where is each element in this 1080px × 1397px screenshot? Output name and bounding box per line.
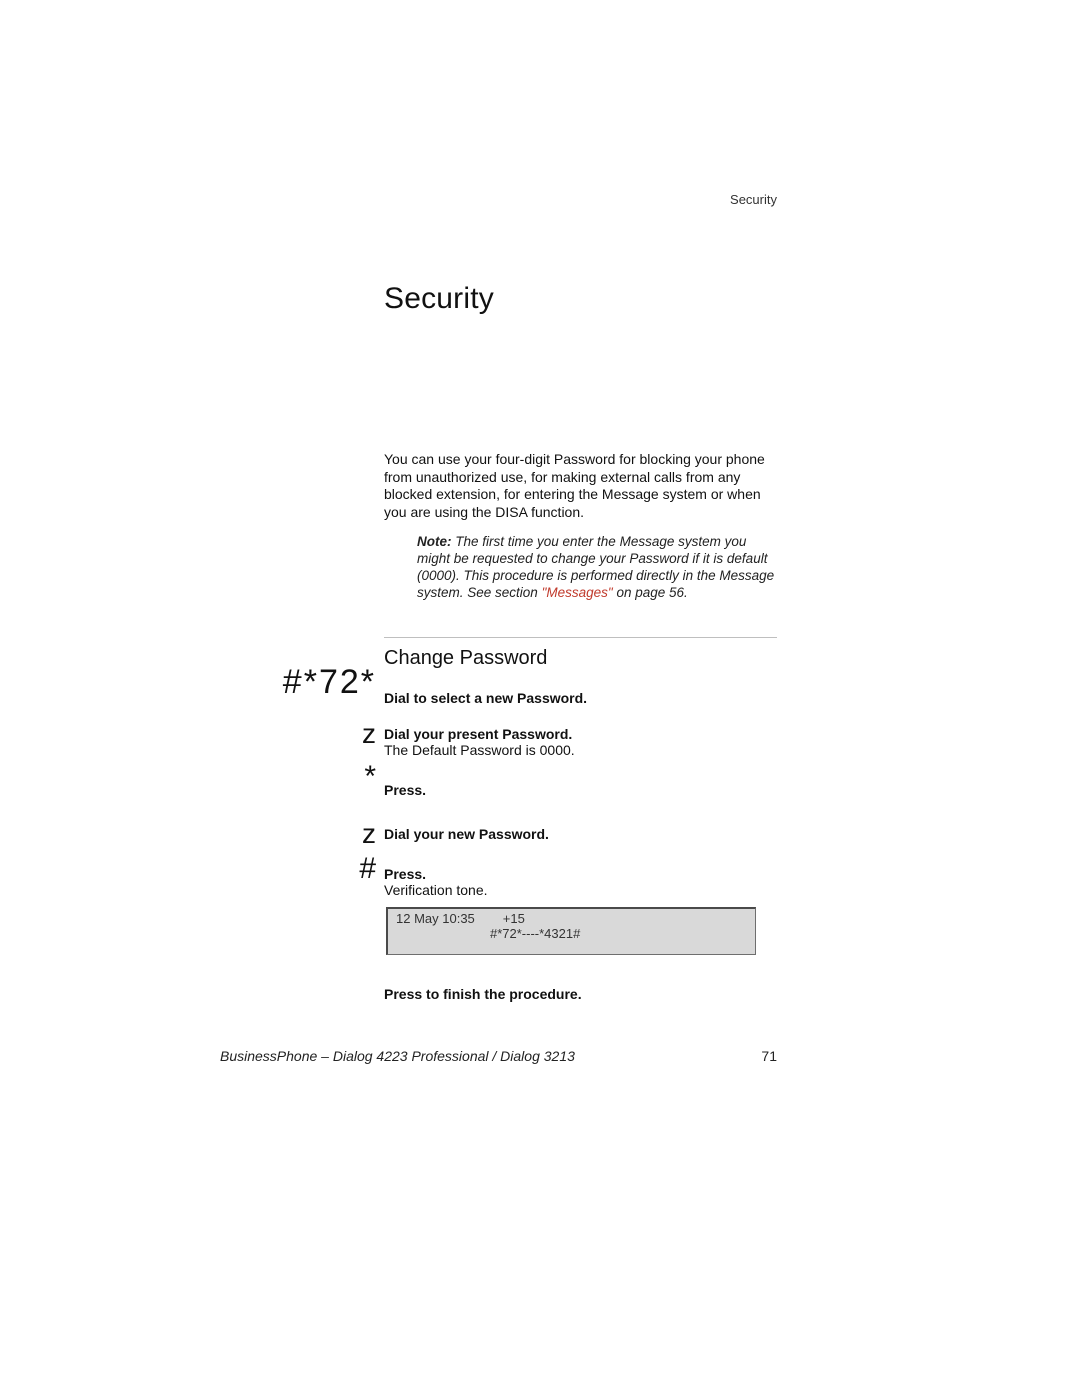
step-2-text: Dial your present Password. (384, 726, 572, 742)
step-5-text: Press. (384, 866, 426, 882)
step-4-desc: Dial your new Password. (384, 826, 778, 842)
note-link[interactable]: "Messages" (542, 585, 613, 600)
step-4-text: Dial your new Password. (384, 826, 549, 842)
intro-paragraph: You can use your four-digit Password for… (384, 451, 778, 521)
phone-display: 12 May 10:35 +15 #*72*----*4321# (386, 907, 756, 955)
step-3-desc: Press. (384, 782, 778, 798)
subheading: Change Password (384, 647, 547, 670)
step-3-text: Press. (384, 782, 426, 798)
divider (384, 637, 777, 638)
step-1-text: Dial to select a new Password. (384, 690, 587, 706)
step-6-text: Press to finish the procedure. (384, 986, 582, 1002)
note-body-2: on page 56. (613, 585, 688, 600)
step-2-desc: Dial your present Password. The Default … (384, 726, 778, 758)
key-hash: # (230, 852, 376, 886)
step-2-sub: The Default Password is 0000. (384, 742, 575, 758)
key-z-2: z (230, 818, 376, 850)
key-code-1: #*72* (230, 663, 376, 702)
step-5-desc: Press. Verification tone. (384, 866, 778, 898)
page: Security Security You can use your four-… (0, 0, 1080, 1397)
display-ext: +15 (503, 911, 525, 926)
key-star: * (230, 760, 376, 794)
display-code: #*72*----*4321# (396, 926, 747, 941)
footer-page-number: 71 (761, 1048, 777, 1064)
footer-doc-title: BusinessPhone – Dialog 4223 Professional… (220, 1048, 575, 1064)
running-header: Security (730, 192, 777, 207)
step-6-desc: Press to finish the procedure. (384, 986, 778, 1002)
note-block: Note: The first time you enter the Messa… (417, 534, 777, 602)
key-z-1: z (230, 718, 376, 750)
display-date: 12 May 10:35 (396, 911, 475, 926)
step-5-sub: Verification tone. (384, 882, 488, 898)
note-label: Note: (417, 534, 452, 549)
step-1-desc: Dial to select a new Password. (384, 690, 778, 706)
page-title: Security (384, 282, 494, 316)
